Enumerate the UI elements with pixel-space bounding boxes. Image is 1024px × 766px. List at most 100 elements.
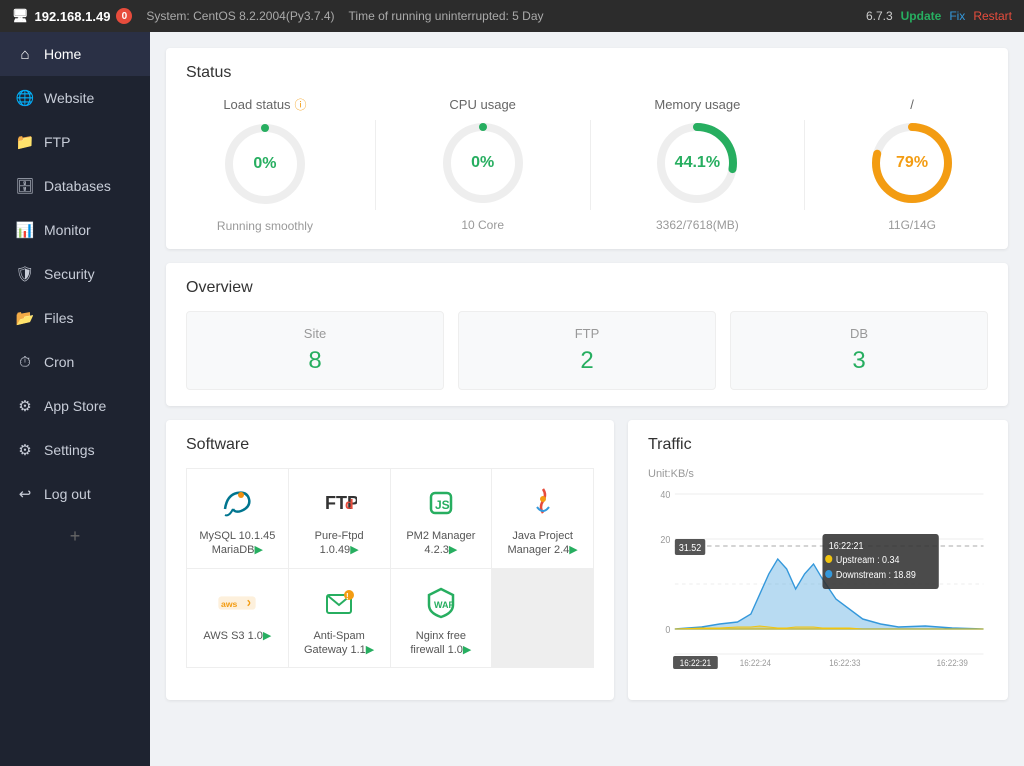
overview-site[interactable]: Site 8: [186, 311, 444, 390]
sidebar-item-appstore[interactable]: ⚙ App Store: [0, 384, 150, 428]
java-name: Java Project Manager 2.4▶: [500, 529, 585, 558]
software-pm2[interactable]: JS PM2 Manager 4.2.3▶: [391, 469, 492, 568]
memory-donut: 44.1%: [652, 118, 742, 208]
mysql-name: MySQL 10.1.45MariaDB▶: [199, 529, 275, 558]
databases-icon: 🗄: [16, 177, 34, 195]
software-java[interactable]: Java Project Manager 2.4▶: [492, 469, 593, 568]
sidebar-item-cron[interactable]: ⏱ Cron: [0, 340, 150, 384]
overview-site-value: 8: [308, 347, 321, 375]
sidebar-item-files[interactable]: 📂 Files: [0, 296, 150, 340]
svg-text:16:22:21: 16:22:21: [829, 541, 864, 553]
load-value: 0%: [253, 155, 276, 173]
sidebar-label-files: Files: [44, 310, 74, 326]
sidebar-label-security: Security: [44, 266, 95, 282]
status-title: Status: [186, 64, 988, 82]
overview-site-label: Site: [304, 326, 326, 341]
ftp-icon: 📁: [16, 133, 34, 151]
sidebar-item-monitor[interactable]: 📊 Monitor: [0, 208, 150, 252]
monitor-nav-icon: 📊: [16, 221, 34, 239]
sidebar-item-settings[interactable]: ⚙ Settings: [0, 428, 150, 472]
files-icon: 📂: [16, 309, 34, 327]
add-button[interactable]: +: [0, 516, 150, 557]
overview-db-value: 3: [852, 347, 865, 375]
notification-badge: 0: [116, 8, 132, 24]
monitor-icon: 🖥: [12, 8, 29, 24]
svg-text:JS: JS: [435, 498, 450, 512]
pm2-icon: JS: [421, 483, 461, 523]
sidebar-label-settings: Settings: [44, 442, 95, 458]
cpu-donut: 0%: [438, 118, 528, 208]
update-button[interactable]: Update: [901, 9, 942, 23]
disk-donut: 79%: [867, 118, 957, 208]
overview-row: Site 8 FTP 2 DB 3: [186, 311, 988, 390]
sidebar-item-ftp[interactable]: 📁 FTP: [0, 120, 150, 164]
software-aws[interactable]: aws AWS S3 1.0▶: [187, 569, 288, 668]
svg-text:16:22:33: 16:22:33: [829, 658, 861, 669]
svg-text:16:22:39: 16:22:39: [937, 658, 969, 669]
sidebar-item-website[interactable]: 🌐 Website: [0, 76, 150, 120]
sidebar-label-logout: Log out: [44, 486, 91, 502]
disk-status-item: / 79% 11G/14G: [867, 97, 957, 232]
svg-text:!: !: [346, 592, 349, 601]
cpu-label: CPU usage: [449, 97, 515, 112]
svg-text:aws: aws: [221, 599, 238, 609]
main-layout: ⌂ Home 🌐 Website 📁 FTP 🗄 Databases 📊 Mon…: [0, 32, 1024, 766]
software-mysql[interactable]: MySQL 10.1.45MariaDB▶: [187, 469, 288, 568]
sidebar-label-home: Home: [44, 46, 81, 62]
svg-text:16:22:24: 16:22:24: [740, 658, 772, 669]
overview-db[interactable]: DB 3: [730, 311, 988, 390]
disk-value: 79%: [896, 154, 928, 172]
pureftpd-name: Pure-Ftpd 1.0.49▶: [297, 529, 382, 558]
sidebar-item-databases[interactable]: 🗄 Databases: [0, 164, 150, 208]
overview-ftp[interactable]: FTP 2: [458, 311, 716, 390]
software-grid: MySQL 10.1.45MariaDB▶ FTP d Pure-Ftpd 1.…: [186, 468, 594, 668]
antispam-icon: !: [319, 583, 359, 623]
topbar-right: 6.7.3 Update Fix Restart: [866, 9, 1012, 23]
traffic-chart: 40 20 0 31.52 16:: [648, 484, 988, 669]
antispam-name: Anti-Spam Gateway 1.1▶: [297, 629, 382, 658]
pm2-name: PM2 Manager 4.2.3▶: [399, 529, 484, 558]
home-icon: ⌂: [16, 45, 34, 63]
overview-card: Overview Site 8 FTP 2 DB 3: [166, 263, 1008, 406]
software-antispam[interactable]: ! Anti-Spam Gateway 1.1▶: [289, 569, 390, 668]
svg-text:16:22:21: 16:22:21: [680, 658, 712, 669]
sidebar-item-security[interactable]: 🛡 Security: [0, 252, 150, 296]
sidebar-item-logout[interactable]: ↩ Log out: [0, 472, 150, 516]
divider-2: [590, 120, 591, 210]
load-label: Load status ⓘ: [223, 96, 306, 113]
sidebar-label-monitor: Monitor: [44, 222, 91, 238]
load-status-item: Load status ⓘ 0% Running smoothly: [217, 96, 313, 233]
bottom-row: Software MySQL 10.1.45MariaDB▶: [166, 420, 1008, 714]
svg-text:WAF: WAF: [434, 600, 454, 610]
server-info: 🖥 192.168.1.49 0: [12, 8, 132, 24]
memory-status-item: Memory usage 44.1% 3362/7618(MB): [652, 97, 742, 232]
sidebar-item-home[interactable]: ⌂ Home: [0, 32, 150, 76]
disk-label: /: [910, 97, 914, 112]
overview-title: Overview: [186, 279, 988, 297]
logout-icon: ↩: [16, 485, 34, 503]
sidebar: ⌂ Home 🌐 Website 📁 FTP 🗄 Databases 📊 Mon…: [0, 32, 150, 766]
mysql-icon: [217, 483, 257, 523]
cpu-value: 0%: [471, 154, 494, 172]
traffic-card: Traffic Unit:KB/s 40 20 0: [628, 420, 1008, 700]
chart-area: 40 20 0 31.52 16:: [648, 484, 988, 684]
divider-1: [375, 120, 376, 210]
aws-name: AWS S3 1.0▶: [203, 629, 271, 643]
software-waf[interactable]: WAF Nginx free firewall 1.0▶: [391, 569, 492, 668]
uptime-info: Time of running uninterrupted: 5 Day: [349, 9, 544, 23]
cpu-status-item: CPU usage 0% 10 Core: [438, 97, 528, 232]
cron-icon: ⏱: [16, 353, 34, 371]
fix-button[interactable]: Fix: [949, 9, 965, 23]
topbar-left: 🖥 192.168.1.49 0 System: CentOS 8.2.2004…: [12, 8, 544, 24]
restart-button[interactable]: Restart: [973, 9, 1012, 23]
svg-text:20: 20: [660, 535, 670, 547]
software-pureftpd[interactable]: FTP d Pure-Ftpd 1.0.49▶: [289, 469, 390, 568]
cpu-sub: 10 Core: [461, 218, 504, 232]
svg-text:0: 0: [665, 625, 670, 637]
sidebar-label-website: Website: [44, 90, 94, 106]
java-icon: [523, 483, 563, 523]
memory-sub: 3362/7618(MB): [656, 218, 739, 232]
version-text: 6.7.3: [866, 9, 893, 23]
load-donut: 0%: [220, 119, 310, 209]
svg-text:40: 40: [660, 490, 670, 502]
